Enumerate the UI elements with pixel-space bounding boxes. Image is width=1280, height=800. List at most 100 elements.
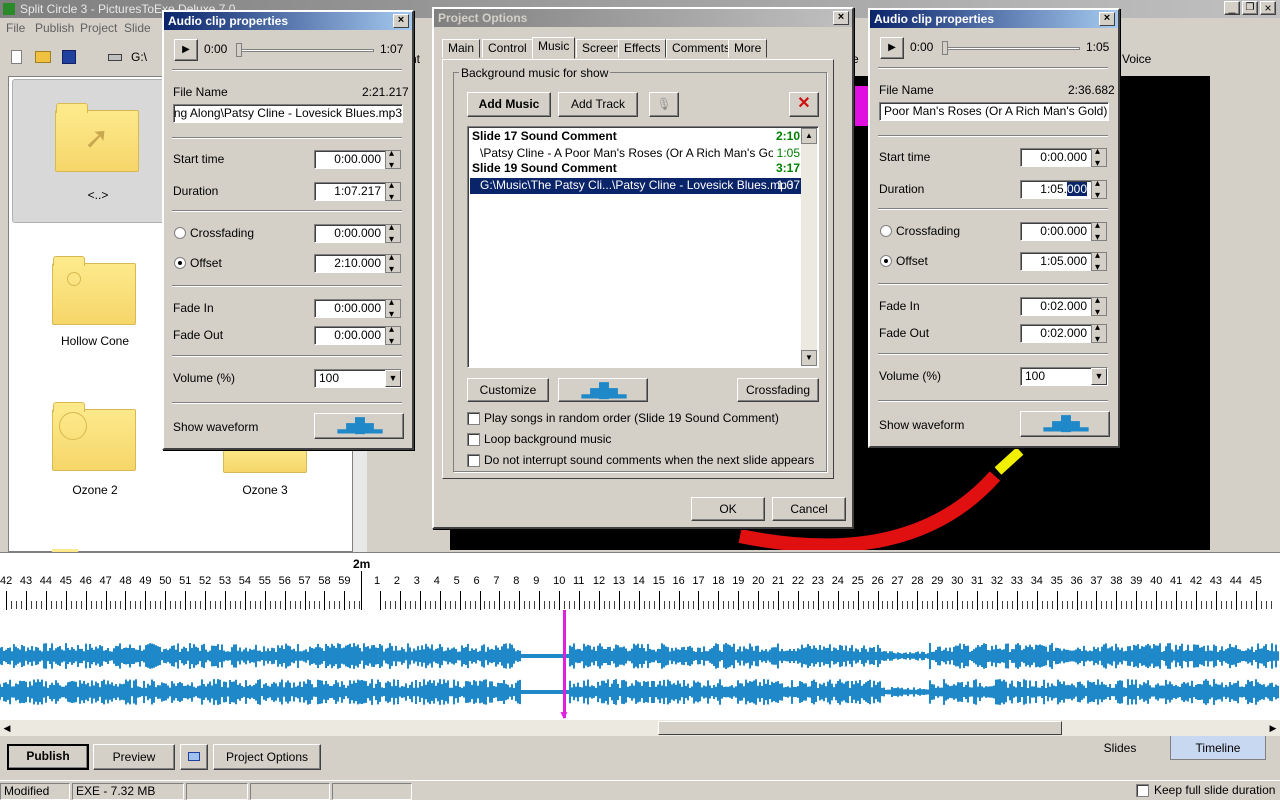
offset-radio[interactable]	[174, 257, 186, 269]
menu-project[interactable]: Project	[80, 21, 117, 35]
crossfading-button[interactable]: Crossfading	[737, 378, 819, 402]
tab-more[interactable]: More	[728, 39, 768, 58]
scroll-right-icon[interactable]: ▶	[1266, 720, 1280, 736]
save-icon[interactable]	[62, 50, 76, 64]
fade-in-field[interactable]: 0:00.000	[314, 299, 386, 318]
play-button[interactable]: ▶	[880, 37, 904, 59]
duration-field[interactable]: 1:07.217	[314, 182, 386, 201]
delete-button[interactable]: ✕	[789, 92, 819, 117]
fade-out-field[interactable]: 0:02.000	[1020, 324, 1092, 343]
fade-in-spinner[interactable]	[1091, 295, 1107, 318]
publish-button[interactable]: Publish	[7, 744, 89, 770]
list-scrollbar[interactable]: ▲ ▼	[801, 128, 817, 366]
folder-ozone3-icon[interactable]	[223, 440, 307, 473]
no-interrupt-label[interactable]: Do not interrupt sound comments when the…	[484, 453, 814, 467]
start-time-field[interactable]: 0:00.000	[1020, 148, 1092, 167]
playhead[interactable]	[563, 610, 566, 718]
waveform-track[interactable]: ▼	[0, 610, 1280, 722]
duration-spinner[interactable]	[385, 180, 401, 203]
scroll-up-icon[interactable]: ▲	[801, 128, 817, 144]
folder-item-up[interactable]: ➚ <..>	[12, 79, 182, 223]
seek-thumb[interactable]	[236, 43, 242, 57]
menu-file[interactable]: File	[6, 21, 25, 35]
offset-field[interactable]: 1:05.000	[1020, 252, 1092, 271]
file-name-field[interactable]: Moving Along\Patsy Cline - Lovesick Blue…	[173, 104, 403, 123]
fade-in-spinner[interactable]	[385, 297, 401, 320]
offset-radio[interactable]	[880, 255, 892, 267]
offset-spinner[interactable]	[385, 252, 401, 275]
close-icon[interactable]: ×	[833, 11, 849, 25]
project-options-button[interactable]: Project Options	[213, 744, 321, 770]
crossfading-field[interactable]: 0:00.000	[314, 224, 386, 243]
seek-thumb[interactable]	[942, 41, 948, 55]
fade-out-field[interactable]: 0:00.000	[314, 326, 386, 345]
list-header[interactable]: Slide 19 Sound Comment 3:17	[472, 161, 800, 177]
offset-field[interactable]: 2:10.000	[314, 254, 386, 273]
crossfading-label[interactable]: Crossfading	[190, 226, 254, 240]
close-icon[interactable]: ×	[1099, 12, 1115, 26]
tab-slides[interactable]: Slides	[1072, 736, 1168, 760]
crossfading-radio[interactable]	[174, 227, 186, 239]
tab-music[interactable]: Music	[532, 37, 576, 59]
menu-publish[interactable]: Publish	[35, 21, 74, 35]
fade-in-field[interactable]: 0:02.000	[1020, 297, 1092, 316]
fade-out-spinner[interactable]	[1091, 322, 1107, 345]
file-name-field[interactable]: Poor Man's Roses (Or A Rich Man's Gold).…	[879, 102, 1109, 121]
close-icon[interactable]: ×	[1260, 1, 1276, 15]
offset-label[interactable]: Offset	[190, 256, 222, 270]
list-item-selected[interactable]: G:\Music\The Patsy Cli...\Patsy Cline - …	[470, 178, 802, 194]
open-folder-icon[interactable]	[35, 51, 51, 63]
scroll-thumb[interactable]	[658, 721, 1062, 735]
tab-comments[interactable]: Comments	[666, 39, 737, 58]
tab-main[interactable]: Main	[442, 39, 481, 58]
keep-full-duration-label[interactable]: Keep full slide duration	[1154, 783, 1275, 797]
add-music-button[interactable]: Add Music	[467, 92, 551, 117]
tab-control[interactable]: Control	[482, 39, 533, 58]
fade-out-spinner[interactable]	[385, 324, 401, 347]
fullscreen-button[interactable]	[180, 744, 208, 770]
start-time-spinner[interactable]	[385, 148, 401, 171]
music-list[interactable]: Slide 17 Sound Comment 2:10 \Patsy Cline…	[467, 126, 819, 368]
no-interrupt-checkbox[interactable]	[467, 454, 480, 467]
tab-effects[interactable]: Effects	[618, 39, 667, 58]
scroll-down-icon[interactable]: ▼	[801, 350, 817, 366]
minimize-icon[interactable]: _	[1224, 1, 1240, 15]
random-order-label[interactable]: Play songs in random order (Slide 19 Sou…	[484, 411, 779, 425]
waveform-button[interactable]: ▂▅█▅▂	[558, 378, 648, 402]
random-order-checkbox[interactable]	[467, 412, 480, 425]
crossfading-label[interactable]: Crossfading	[896, 224, 960, 238]
new-file-icon[interactable]	[11, 50, 22, 64]
keep-full-duration-checkbox[interactable]	[1136, 784, 1149, 797]
add-track-button[interactable]: Add Track	[558, 92, 638, 117]
crossfading-spinner[interactable]	[1091, 220, 1107, 243]
offset-spinner[interactable]	[1091, 250, 1107, 273]
window-controls[interactable]: _ ❐ ×	[1224, 1, 1278, 16]
duration-spinner[interactable]	[1091, 178, 1107, 201]
seek-slider[interactable]	[236, 49, 374, 52]
chevron-down-icon[interactable]: ▼	[385, 370, 401, 387]
chevron-down-icon[interactable]: ▼	[1091, 368, 1107, 385]
list-item[interactable]: \Patsy Cline - A Poor Man's Roses (Or A …	[480, 146, 800, 162]
close-icon[interactable]: ×	[393, 14, 409, 28]
crossfading-radio[interactable]	[880, 225, 892, 237]
list-header[interactable]: Slide 17 Sound Comment 2:10	[472, 129, 800, 145]
preview-button[interactable]: Preview	[93, 744, 175, 770]
show-waveform-button[interactable]: ▂▅█▅▂	[314, 413, 404, 439]
cancel-button[interactable]: Cancel	[772, 497, 846, 521]
timeline-ruler[interactable]: 2m 42 43 44 45 46 47 48 49 50 51 52 53 54 55 56 57 58 59 …	[0, 552, 1280, 611]
offset-label[interactable]: Offset	[896, 254, 928, 268]
loop-music-checkbox[interactable]	[467, 433, 480, 446]
timeline-scrollbar[interactable]: ◀ ▶	[0, 720, 1280, 736]
folder-ozone2-icon[interactable]	[52, 402, 136, 471]
customize-button[interactable]: Customize	[467, 378, 549, 402]
folder-hollow-cone-icon[interactable]	[52, 256, 136, 325]
crossfading-spinner[interactable]	[385, 222, 401, 245]
drive-label[interactable]: G:\	[131, 50, 147, 64]
ok-button[interactable]: OK	[691, 497, 765, 521]
maximize-icon[interactable]: ❐	[1242, 1, 1258, 15]
start-time-field[interactable]: 0:00.000	[314, 150, 386, 169]
scroll-left-icon[interactable]: ◀	[0, 720, 14, 736]
play-button[interactable]: ▶	[174, 39, 198, 61]
duration-field[interactable]: 1:05.000	[1020, 180, 1092, 199]
show-waveform-button[interactable]: ▂▅█▅▂	[1020, 411, 1110, 437]
